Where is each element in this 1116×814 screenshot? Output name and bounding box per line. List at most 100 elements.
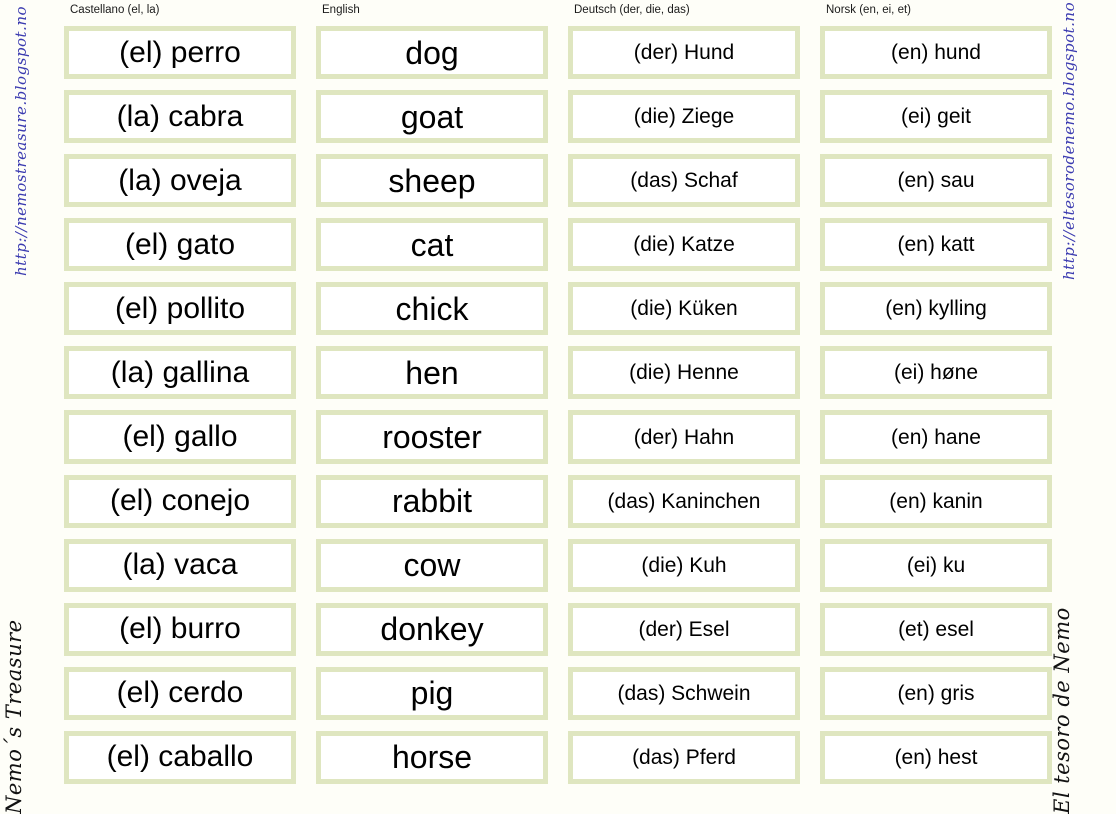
vocab-card-label: (en) sau <box>897 169 975 193</box>
vocab-card-label: (el) cerdo <box>116 676 244 710</box>
vocab-card-label: (la) gallina <box>110 355 250 389</box>
vocab-card-label: cat <box>410 226 454 263</box>
vocab-card[interactable]: sheep <box>316 154 548 208</box>
vocab-card-label: (der) Esel <box>638 617 730 641</box>
vocab-card[interactable]: (en) katt <box>820 218 1052 272</box>
vocab-card[interactable]: cat <box>316 218 548 272</box>
card-stack-deutsch: (der) Hund (die) Ziege (das) Schaf (die)… <box>568 26 800 784</box>
vocab-card[interactable]: (die) Küken <box>568 282 800 336</box>
vocab-card-label: (el) perro <box>119 35 241 69</box>
vocab-card-label: (der) Hund <box>633 41 735 65</box>
vocab-card-label: pig <box>410 675 454 712</box>
vocab-card[interactable]: (la) cabra <box>64 90 296 144</box>
vocab-card[interactable]: (en) hund <box>820 26 1052 80</box>
vocab-card-label: (en) gris <box>897 681 975 705</box>
vocab-card-label: (la) oveja <box>118 163 242 197</box>
vocab-card-label: rooster <box>382 419 482 455</box>
vocab-card-label: (ei) høne <box>893 361 979 385</box>
vocab-card-label: (die) Katze <box>633 233 735 257</box>
vocab-card-label: rabbit <box>391 483 473 520</box>
vocab-card[interactable]: (en) hest <box>820 730 1052 784</box>
vocab-card-label: (die) Henne <box>629 361 739 385</box>
vocab-card[interactable]: (el) gallo <box>64 410 296 464</box>
column-header-castellano: Castellano (el, la) <box>70 4 160 16</box>
vocab-card[interactable]: (en) kanin <box>820 474 1052 528</box>
vocab-card[interactable]: donkey <box>316 602 548 656</box>
vocab-card[interactable]: (et) esel <box>820 602 1052 656</box>
vocab-card[interactable]: chick <box>316 282 548 336</box>
vocab-card-label: (en) katt <box>897 233 975 257</box>
card-stack-english: dog goat sheep cat chick hen rooster rab… <box>316 26 548 784</box>
vocab-card[interactable]: (en) gris <box>820 666 1052 720</box>
vocab-card[interactable]: (el) burro <box>64 602 296 656</box>
vocab-card[interactable]: (der) Esel <box>568 602 800 656</box>
vocab-card-label: (et) esel <box>898 617 974 641</box>
left-brand-name: Nemo´s Treasure <box>2 619 26 814</box>
vocab-card[interactable]: (die) Katze <box>568 218 800 272</box>
vocab-card[interactable]: (das) Pferd <box>568 730 800 784</box>
vocab-card-label: (der) Hahn <box>633 425 735 449</box>
vocab-card[interactable]: (der) Hund <box>568 26 800 80</box>
vocab-card-label: (en) kanin <box>889 489 983 513</box>
right-watermark-rail: http://eltesorodenemo.blogspot.no El tes… <box>1050 0 1116 814</box>
vocab-card[interactable]: (das) Kaninchen <box>568 474 800 528</box>
vocab-card[interactable]: (der) Hahn <box>568 410 800 464</box>
vocab-card[interactable]: (el) perro <box>64 26 296 80</box>
vocab-card[interactable]: hen <box>316 346 548 400</box>
vocab-card[interactable]: (en) sau <box>820 154 1052 208</box>
card-stack-castellano: (el) perro (la) cabra (la) oveja (el) ga… <box>64 26 296 784</box>
vocab-card[interactable]: rooster <box>316 410 548 464</box>
vocab-card[interactable]: (die) Kuh <box>568 538 800 592</box>
vocab-card-label: (en) kylling <box>885 297 987 321</box>
vocab-card[interactable]: (la) gallina <box>64 346 296 400</box>
vocab-card[interactable]: (el) caballo <box>64 730 296 784</box>
vocab-card-label: (die) Ziege <box>633 105 735 129</box>
vocab-card-label: (el) pollito <box>114 291 246 325</box>
vocab-card-label: (die) Kuh <box>641 553 727 577</box>
right-blog-url: http://eltesorodenemo.blogspot.no <box>1060 1 1078 280</box>
vocab-card-label: (el) gallo <box>122 420 238 453</box>
vocab-card-label: (en) hest <box>894 745 978 769</box>
vocab-card[interactable]: (ei) ku <box>820 538 1052 592</box>
vocab-card[interactable]: pig <box>316 666 548 720</box>
vocab-card[interactable]: (die) Henne <box>568 346 800 400</box>
vocab-card-label: donkey <box>380 611 484 648</box>
vocab-card[interactable]: (ei) geit <box>820 90 1052 144</box>
right-brand-name: El tesoro de Nemo <box>1050 607 1074 814</box>
vocab-card[interactable]: (la) vaca <box>64 538 296 592</box>
vocab-card[interactable]: (el) cerdo <box>64 666 296 720</box>
vocab-card[interactable]: (la) oveja <box>64 154 296 208</box>
vocab-card[interactable]: cow <box>316 538 548 592</box>
vocab-card[interactable]: goat <box>316 90 548 144</box>
vocab-card-label: (ei) ku <box>906 553 966 577</box>
vocab-card-label: (en) hane <box>891 425 981 449</box>
vocab-card-label: (ei) geit <box>900 105 972 129</box>
vocab-card[interactable]: (el) conejo <box>64 474 296 528</box>
vocab-card-label: dog <box>405 34 459 71</box>
card-stack-norsk: (en) hund (ei) geit (en) sau (en) katt (… <box>820 26 1052 784</box>
vocab-card[interactable]: (el) gato <box>64 218 296 272</box>
vocab-card[interactable]: (en) kylling <box>820 282 1052 336</box>
vocab-card[interactable]: (die) Ziege <box>568 90 800 144</box>
vocab-card-label: cow <box>403 547 461 584</box>
vocab-card[interactable]: (das) Schwein <box>568 666 800 720</box>
column-header-english: English <box>322 4 360 16</box>
vocab-card-label: goat <box>400 98 464 135</box>
vocab-card-label: (la) vaca <box>122 548 238 582</box>
vocab-card[interactable]: horse <box>316 730 548 784</box>
column-norsk: Norsk (en, ei, et) (en) hund (ei) geit (… <box>820 4 1052 784</box>
vocab-card[interactable]: (das) Schaf <box>568 154 800 208</box>
vocab-card[interactable]: (ei) høne <box>820 346 1052 400</box>
vocab-card[interactable]: rabbit <box>316 474 548 528</box>
vocab-card-label: (das) Pferd <box>632 745 736 769</box>
vocab-card[interactable]: dog <box>316 26 548 80</box>
vocab-card-label: (die) Küken <box>630 297 738 321</box>
column-header-deutsch: Deutsch (der, die, das) <box>574 4 690 16</box>
vocab-card-label: horse <box>391 739 473 776</box>
vocab-card-label: (el) conejo <box>109 484 251 518</box>
vocab-card[interactable]: (el) pollito <box>64 282 296 336</box>
vocab-card-label: (el) gato <box>124 227 236 261</box>
vocab-card[interactable]: (en) hane <box>820 410 1052 464</box>
vocabulary-card-sheet: Castellano (el, la) (el) perro (la) cabr… <box>64 4 1052 784</box>
vocab-card-label: (en) hund <box>891 41 981 65</box>
